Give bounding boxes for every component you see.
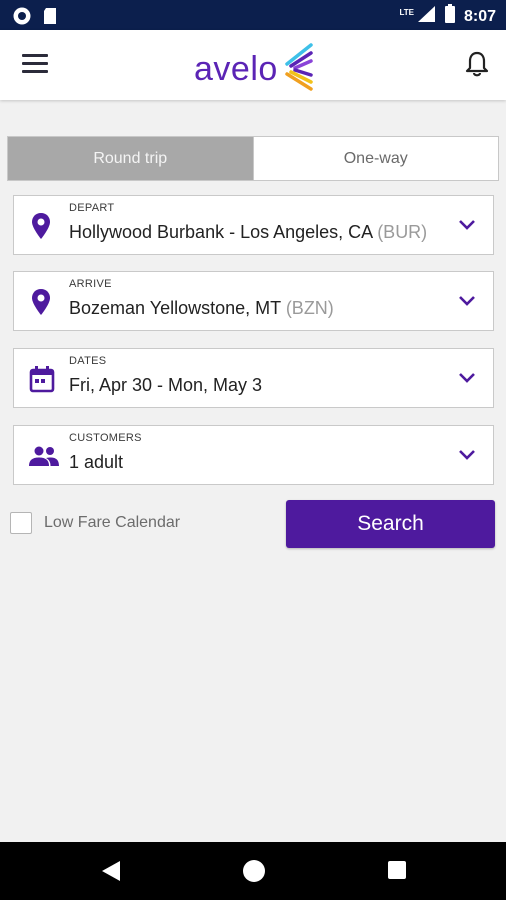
menu-icon[interactable]: [22, 54, 48, 76]
search-button[interactable]: Search: [286, 500, 495, 548]
back-icon[interactable]: [100, 859, 122, 888]
customers-label: CUSTOMERS: [69, 432, 142, 444]
arrive-label: ARRIVE: [69, 278, 112, 290]
status-right: LTE 8:07: [399, 4, 496, 29]
dates-value: Fri, Apr 30 - Mon, May 3: [69, 375, 263, 395]
status-bar: LTE 8:07: [0, 0, 506, 30]
notification-circle-icon: [12, 6, 32, 31]
arrive-field[interactable]: ARRIVE Bozeman Yellowstone, MT (BZN): [13, 271, 494, 331]
battery-icon: [444, 4, 456, 29]
recent-apps-icon[interactable]: [388, 861, 406, 879]
arrive-airport: Bozeman Yellowstone, MT: [69, 298, 281, 318]
chevron-down-icon: [458, 294, 476, 306]
status-left: [12, 6, 58, 31]
logo-text: avelo: [194, 50, 278, 88]
arrive-value: Bozeman Yellowstone, MT (BZN): [69, 298, 334, 319]
depart-code: (BUR): [377, 222, 428, 242]
one-way-tab[interactable]: One-way: [252, 137, 498, 180]
dates-field[interactable]: DATES Fri, Apr 30 - Mon, May 3: [13, 348, 494, 408]
people-icon: [28, 442, 59, 468]
location-pin-icon: [28, 212, 54, 239]
system-nav-bar: [0, 842, 506, 900]
app-header: avelo: [0, 30, 506, 100]
location-pin-icon: [28, 288, 54, 315]
home-icon[interactable]: [243, 860, 265, 882]
avelo-logo: avelo: [194, 42, 315, 97]
customers-value: 1 adult: [69, 452, 124, 472]
arrive-code: (BZN): [285, 298, 334, 318]
low-fare-calendar-toggle[interactable]: Low Fare Calendar: [10, 512, 180, 534]
low-fare-label: Low Fare Calendar: [44, 514, 181, 531]
calendar-icon: [28, 365, 55, 393]
logo-wings-icon: [281, 42, 315, 97]
sd-card-icon: [42, 7, 58, 30]
customers-field[interactable]: CUSTOMERS 1 adult: [13, 425, 494, 485]
low-fare-checkbox[interactable]: [10, 512, 32, 534]
round-trip-tab[interactable]: Round trip: [8, 137, 253, 180]
network-type: LTE: [399, 8, 414, 17]
depart-value: Hollywood Burbank - Los Angeles, CA (BUR…: [69, 222, 427, 243]
chevron-down-icon: [458, 218, 476, 230]
dates-label: DATES: [69, 355, 107, 367]
depart-field[interactable]: DEPART Hollywood Burbank - Los Angeles, …: [13, 195, 494, 255]
depart-label: DEPART: [69, 202, 115, 214]
depart-airport: Hollywood Burbank - Los Angeles, CA: [69, 222, 373, 242]
clock: 8:07: [463, 7, 496, 25]
chevron-down-icon: [458, 371, 476, 383]
bell-icon[interactable]: [464, 50, 490, 78]
chevron-down-icon: [458, 448, 476, 460]
signal-icon: [416, 4, 436, 29]
trip-type-toggle: Round trip One-way: [7, 136, 499, 181]
